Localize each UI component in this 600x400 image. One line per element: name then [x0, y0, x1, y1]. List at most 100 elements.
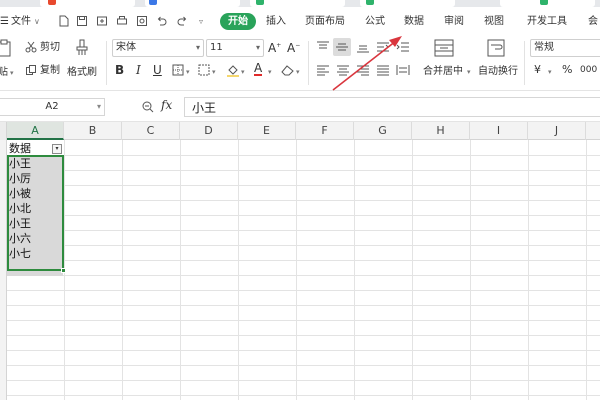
fill-handle[interactable] [61, 268, 66, 273]
cell-a7[interactable]: 小六 [7, 231, 63, 246]
percent-icon[interactable]: % [562, 64, 572, 76]
cell-a3[interactable]: 小厉 [7, 171, 63, 186]
undo-icon[interactable] [156, 15, 168, 27]
cell-style-icon[interactable] [198, 64, 210, 76]
font-size-select[interactable]: 11 ▾ [206, 39, 264, 57]
format-painter-button[interactable]: 格式刷 [67, 67, 97, 79]
spreadsheet-grid[interactable]: A B C D E F G H I J 数据 ▾ 小王 小厉 小被 小北 小王 … [0, 122, 600, 400]
align-left-icon[interactable] [316, 64, 330, 76]
row-header-column[interactable] [0, 140, 7, 400]
tab-home[interactable]: 开始 [220, 13, 256, 30]
copy-icon[interactable] [25, 64, 37, 76]
paste-button-label[interactable]: 贴 [0, 67, 8, 79]
distributed-icon[interactable] [396, 64, 410, 76]
gridline [122, 140, 123, 400]
chevron-down-icon[interactable]: ▾ [467, 66, 471, 78]
print-icon[interactable] [116, 15, 128, 27]
eraser-icon[interactable] [281, 64, 294, 76]
paste-icon[interactable] [0, 39, 14, 57]
column-header-h[interactable]: H [412, 122, 470, 140]
window-tab[interactable] [250, 0, 345, 7]
zoom-icon[interactable] [142, 101, 154, 113]
italic-icon[interactable]: I [136, 64, 141, 76]
chevron-down-icon[interactable]: ▾ [548, 66, 552, 78]
chevron-down-icon: ▾ [195, 43, 200, 52]
column-header-d[interactable]: D [180, 122, 238, 140]
chevron-down-icon[interactable]: ▾ [186, 66, 190, 78]
column-header-a[interactable]: A [7, 122, 64, 140]
underline-icon[interactable]: U [153, 64, 162, 76]
window-tab[interactable] [500, 0, 595, 7]
orientation-icon[interactable] [376, 41, 390, 53]
font-name-value: 宋体 [116, 42, 136, 53]
align-right-icon[interactable] [356, 64, 370, 76]
tab-member[interactable]: 会 [588, 13, 598, 30]
tab-view[interactable]: 视图 [484, 13, 504, 30]
tab-formulas[interactable]: 公式 [365, 13, 385, 30]
export-pdf-icon[interactable] [96, 15, 108, 27]
indent-icon[interactable] [396, 41, 410, 53]
merge-center-button[interactable]: 合并居中 [423, 66, 463, 78]
justify-icon[interactable] [376, 64, 390, 76]
column-header-i[interactable]: I [470, 122, 528, 140]
tab-insert[interactable]: 插入 [266, 13, 286, 30]
file-menu[interactable]: 文件 [11, 13, 31, 30]
number-format-select[interactable]: 常规 [530, 39, 600, 57]
cell-a9[interactable] [7, 261, 63, 276]
cell-a6[interactable]: 小王 [7, 216, 63, 231]
scissors-icon[interactable] [25, 41, 37, 53]
cell-a4[interactable]: 小被 [7, 186, 63, 201]
font-name-select[interactable]: 宋体 ▾ [112, 39, 204, 57]
chevron-down-icon[interactable]: ▾ [241, 66, 245, 78]
chevron-down-icon[interactable]: ∨ [34, 13, 40, 30]
align-bottom-icon[interactable] [356, 41, 370, 53]
chevron-down-icon[interactable]: ▾ [212, 66, 216, 78]
merge-center-icon[interactable] [434, 39, 454, 57]
copy-button[interactable]: 复制 [40, 65, 60, 77]
tab-data[interactable]: 数据 [404, 13, 424, 30]
chevron-down-icon[interactable]: ▾ [296, 66, 300, 78]
column-header-c[interactable]: C [122, 122, 180, 140]
tab-review[interactable]: 审阅 [444, 13, 464, 30]
save-icon[interactable] [76, 15, 88, 27]
font-color-icon[interactable]: A [254, 62, 263, 76]
wrap-text-button[interactable]: 自动换行 [478, 66, 518, 78]
column-header-f[interactable]: F [296, 122, 354, 140]
fill-color-icon[interactable] [226, 63, 240, 77]
border-icon[interactable] [172, 64, 184, 76]
new-file-icon[interactable] [58, 15, 70, 27]
insert-function-icon[interactable]: fx [161, 99, 172, 111]
tab-page-layout[interactable]: 页面布局 [305, 13, 345, 30]
redo-icon[interactable] [176, 15, 188, 27]
cut-button[interactable]: 剪切 [40, 42, 60, 54]
format-painter-icon[interactable] [74, 39, 90, 57]
window-tab[interactable] [145, 0, 240, 7]
align-center-icon[interactable] [336, 64, 350, 76]
increase-font-icon[interactable]: A+ [268, 40, 281, 54]
customize-quick-access-icon[interactable]: ▿ [199, 13, 203, 30]
wrap-text-icon[interactable] [487, 39, 505, 57]
print-preview-icon[interactable] [136, 15, 148, 27]
menu-icon[interactable]: ☰ [0, 13, 9, 30]
cell-a8[interactable]: 小七 [7, 246, 63, 261]
column-header-b[interactable]: B [64, 122, 122, 140]
filter-dropdown-icon[interactable]: ▾ [52, 144, 62, 154]
chevron-down-icon[interactable]: ▾ [268, 66, 272, 78]
cell-a5[interactable]: 小北 [7, 201, 63, 216]
name-box[interactable]: A2 ▾ [0, 98, 105, 116]
column-header-g[interactable]: G [354, 122, 412, 140]
formula-input[interactable] [184, 97, 600, 117]
column-header-j[interactable]: J [528, 122, 586, 140]
cell-a2[interactable]: 小王 [7, 156, 63, 171]
window-tab[interactable] [360, 0, 455, 7]
window-tab[interactable] [40, 0, 135, 7]
decrease-font-icon[interactable]: A− [287, 40, 300, 54]
thousands-separator-icon[interactable]: 000 [580, 64, 597, 76]
paste-chevron-icon[interactable]: ▾ [10, 67, 14, 79]
column-header-e[interactable]: E [238, 122, 296, 140]
tab-developer[interactable]: 开发工具 [527, 13, 567, 30]
select-all-corner[interactable] [0, 122, 7, 140]
bold-icon[interactable]: B [115, 64, 124, 76]
currency-icon[interactable]: ¥ [534, 64, 541, 76]
align-top-icon[interactable] [316, 41, 330, 53]
